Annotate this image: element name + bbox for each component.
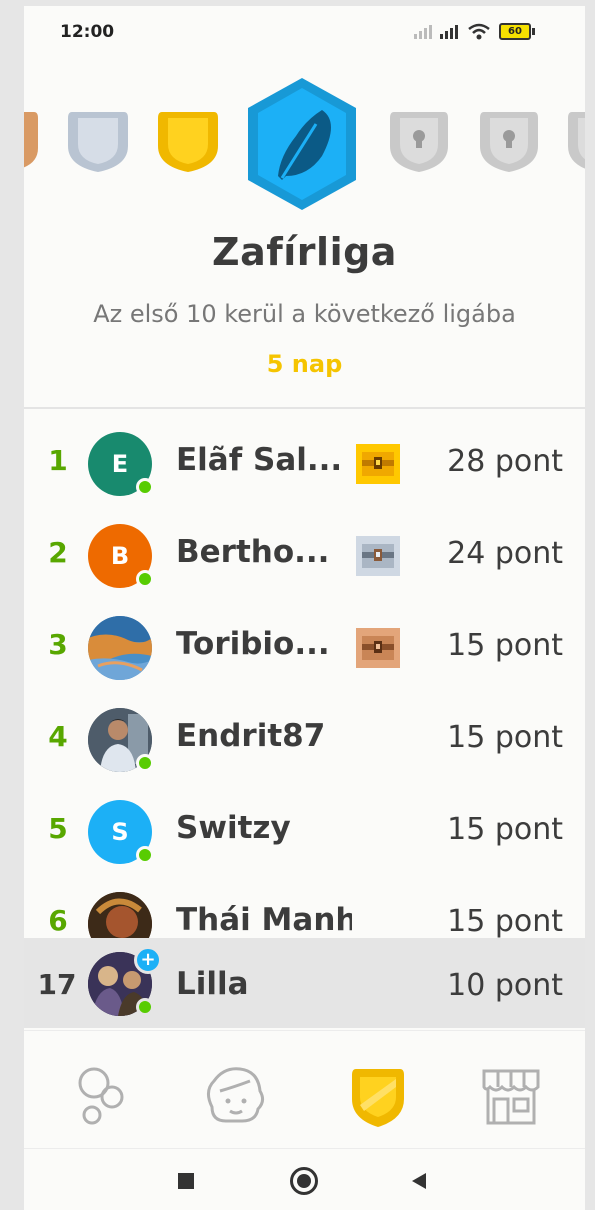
shop-tab-icon[interactable] [476, 1061, 546, 1131]
leaderboard-row[interactable]: 5 S Switzy 15 pont [24, 786, 585, 878]
user-name: Thái Manh [176, 902, 352, 938]
app-screen: 12:00 60 Zafírliga Az első 10 kerül a kö… [24, 6, 585, 1210]
league-badges[interactable] [24, 76, 585, 216]
bronze-chest-icon [356, 628, 400, 668]
status-icons: 60 [413, 22, 553, 42]
locked-shield-icon [480, 112, 538, 172]
points: 15 pont [447, 812, 563, 847]
silver-chest-icon [356, 536, 400, 576]
league-subtitle: Az első 10 kerül a következő ligába [93, 300, 516, 328]
points: 28 pont [447, 444, 563, 479]
online-indicator [136, 998, 154, 1016]
points: 15 pont [447, 628, 563, 663]
leagues-tab-icon[interactable] [342, 1061, 412, 1131]
online-indicator [136, 754, 154, 772]
rank: 4 [48, 720, 68, 753]
plus-icon[interactable]: + [134, 946, 162, 974]
status-time: 12:00 [60, 22, 115, 42]
bronze-shield-icon [24, 112, 38, 168]
user-name: Lilla [176, 966, 249, 1002]
avatar-photo[interactable] [88, 616, 152, 680]
signal-weak-icon [414, 25, 432, 39]
leaderboard-row[interactable]: 1 E Elãf Sal... 28 pont [24, 418, 585, 510]
points: 15 pont [447, 904, 563, 938]
rank: 3 [48, 628, 68, 661]
days-remaining: 5 nap [266, 350, 343, 378]
wifi-icon [468, 23, 490, 40]
learn-tab-icon[interactable] [70, 1061, 140, 1131]
user-name: Elãf Sal... [176, 442, 343, 478]
leaderboard-row[interactable]: 3 Toribio... 15 pont [24, 602, 585, 694]
rank: 5 [48, 812, 68, 845]
leaderboard[interactable]: 1 E Elãf Sal... 28 pont 2 B Bertho... 24… [24, 418, 585, 938]
gold-chest-icon [356, 444, 400, 484]
points: 24 pont [447, 536, 563, 571]
battery-level: 60 [508, 26, 522, 37]
user-name: Endrit87 [176, 718, 326, 754]
avatar-photo[interactable] [88, 892, 152, 938]
battery-icon: 60 [499, 23, 531, 40]
home-button[interactable] [290, 1167, 318, 1195]
online-indicator [136, 478, 154, 496]
locked-shield-icon [568, 112, 585, 169]
gold-shield-icon [158, 112, 218, 172]
recent-apps-button[interactable] [178, 1173, 194, 1189]
bottom-tab-bar [24, 1030, 585, 1148]
league-title: Zafírliga [212, 230, 397, 274]
profile-tab-icon[interactable] [200, 1061, 270, 1131]
rank: 1 [48, 444, 68, 477]
points: 15 pont [447, 720, 563, 755]
rank: 17 [37, 968, 77, 1001]
user-name: Switzy [176, 810, 291, 846]
current-user-row[interactable]: 17 + Lilla 10 pont [24, 938, 585, 1028]
leaderboard-row[interactable]: 2 B Bertho... 24 pont [24, 510, 585, 602]
leaderboard-row[interactable]: 4 Endrit87 15 pont [24, 694, 585, 786]
user-name: Bertho... [176, 534, 330, 570]
battery-tip [532, 28, 535, 35]
leaderboard-row[interactable]: 6 Thái Manh 15 pont [24, 878, 585, 938]
rank: 6 [48, 904, 68, 937]
sapphire-feather-badge-icon [248, 78, 356, 210]
system-navigation [24, 1148, 585, 1210]
silver-shield-icon [68, 112, 128, 172]
online-indicator [136, 846, 154, 864]
user-name: Toribio... [176, 626, 330, 662]
locked-shield-icon [390, 112, 448, 172]
back-icon[interactable] [408, 1171, 428, 1191]
divider [24, 407, 585, 409]
points: 10 pont [447, 968, 563, 1003]
signal-icon [440, 25, 458, 39]
online-indicator [136, 570, 154, 588]
rank: 2 [48, 536, 68, 569]
status-bar: 12:00 60 [24, 6, 585, 60]
